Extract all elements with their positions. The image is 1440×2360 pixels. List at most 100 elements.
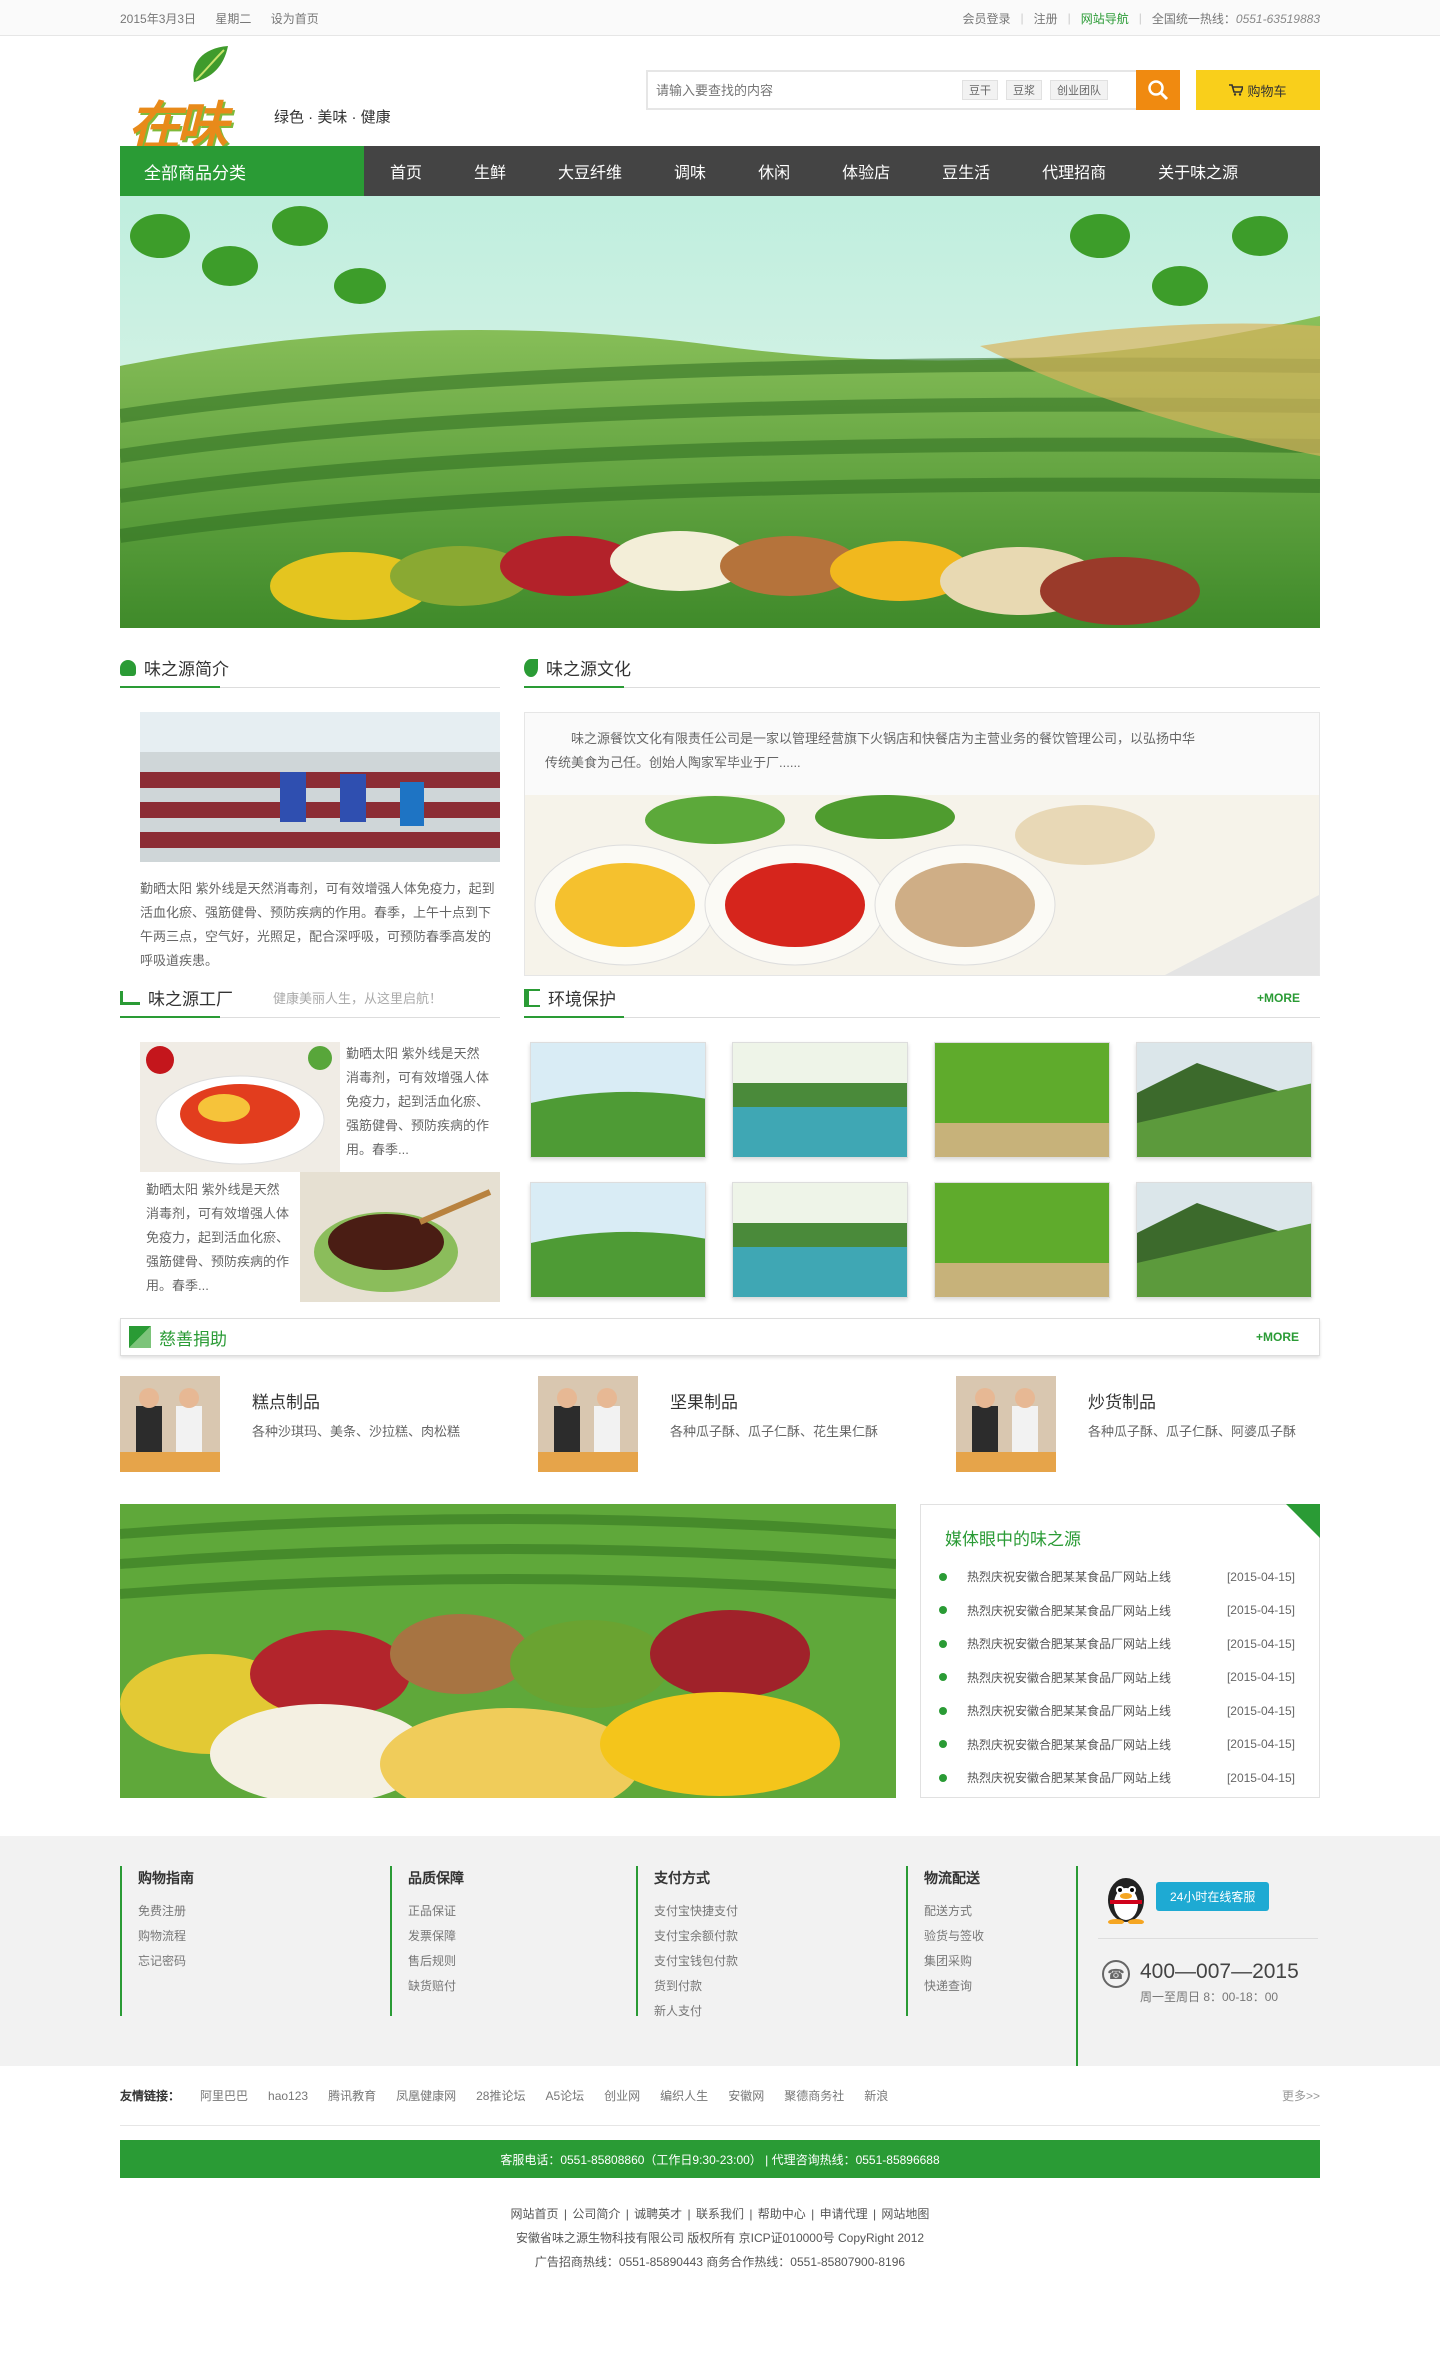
footer-link[interactable]: 支付宝余额付款 — [654, 1927, 906, 1952]
all-categories-button[interactable]: 全部商品分类 — [120, 146, 364, 196]
news-title: 热烈庆祝安徽合肥某某食品厂网站上线 — [967, 1704, 1172, 1719]
footer-link[interactable]: 发票保障 — [408, 1927, 636, 1952]
nav-item-bean-life[interactable]: 豆生活 — [916, 146, 1016, 196]
nav-item-soy-fiber[interactable]: 大豆纤维 — [532, 146, 648, 196]
footer-link[interactable]: 配送方式 — [924, 1902, 1076, 1927]
friend-link[interactable]: hao123 — [268, 2089, 308, 2103]
friend-link[interactable]: 28推论坛 — [476, 2087, 525, 2104]
list-icon — [524, 988, 540, 1007]
culture-image[interactable] — [525, 795, 1319, 975]
gallery-item[interactable] — [530, 1042, 706, 1158]
hills-image — [1137, 1043, 1311, 1157]
gallery-item[interactable] — [934, 1182, 1110, 1298]
nav-item-snacks[interactable]: 休闲 — [732, 146, 816, 196]
more-links-link[interactable]: 更多>> — [1282, 2087, 1320, 2104]
footer-col-payment: 支付方式 支付宝快捷支付 支付宝余额付款 支付宝钱包付款 货到付款 新人支付 — [636, 1866, 906, 2018]
news-item[interactable]: 热烈庆祝安徽合肥某某食品厂网站上线 [2015-04-15] — [939, 1560, 1295, 1594]
register-link[interactable]: 注册 — [1034, 10, 1058, 27]
env-more-link[interactable]: +MORE — [1257, 991, 1300, 1005]
gallery-item[interactable] — [732, 1042, 908, 1158]
factory-image-2[interactable] — [300, 1172, 500, 1302]
login-link[interactable]: 会员登录 — [962, 10, 1010, 27]
news-item[interactable]: 热烈庆祝安徽合肥某某食品厂网站上线 [2015-04-15] — [939, 1661, 1295, 1695]
bottom-link[interactable]: 申请代理 — [820, 2207, 868, 2221]
set-home-link[interactable]: 设为首页 — [271, 12, 319, 26]
news-item[interactable]: 热烈庆祝安徽合肥某某食品厂网站上线 [2015-04-15] — [939, 1694, 1295, 1728]
friend-link[interactable]: 凤凰健康网 — [396, 2087, 456, 2104]
footer-col-title: 支付方式 — [654, 1870, 710, 1886]
bullet-icon — [939, 1572, 947, 1581]
divider: | — [1067, 11, 1071, 25]
footer-link[interactable]: 忘记密码 — [138, 1952, 390, 1977]
culture-content: 味之源餐饮文化有限责任公司是一家以管理经营旗下火锅店和快餐店为主营业务的餐饮管理… — [524, 712, 1320, 976]
nav-item-experience-store[interactable]: 体验店 — [816, 146, 916, 196]
online-service-button[interactable]: 24小时在线客服 — [1156, 1882, 1270, 1911]
hotline-bar: 客服电话：0551-85808860（工作日9:30-23:00） | 代理咨询… — [0, 2140, 1440, 2178]
nav-item-franchise[interactable]: 代理招商 — [1016, 146, 1132, 196]
news-item[interactable]: 热烈庆祝安徽合肥某某食品厂网站上线 [2015-04-15] — [939, 1594, 1295, 1628]
hero-banner[interactable] — [0, 196, 1440, 628]
intro-image[interactable] — [140, 712, 500, 862]
footer-link[interactable]: 集团采购 — [924, 1952, 1076, 1977]
gallery-item[interactable] — [1136, 1042, 1312, 1158]
friend-link[interactable]: 阿里巴巴 — [200, 2087, 248, 2104]
cart-button[interactable]: 购物车 — [1196, 70, 1320, 110]
product-item[interactable]: 糕点制品 各种沙琪玛、美条、沙拉糕、肉松糕 — [120, 1376, 538, 1472]
bottom-link[interactable]: 诚聘英才 — [634, 2207, 682, 2221]
product-item[interactable]: 炒货制品 各种瓜子酥、瓜子仁酥、阿婆瓜子酥 — [956, 1376, 1320, 1472]
friend-link[interactable]: A5论坛 — [545, 2087, 584, 2104]
search-button[interactable] — [1136, 70, 1180, 110]
banner-image — [120, 196, 1320, 628]
bottom-link[interactable]: 公司简介 — [572, 2207, 620, 2221]
factory-text-1: 勤晒太阳 紫外线是天然消毒剂，可有效增强人体免疫力，起到活血化瘀、强筋健骨、预防… — [346, 1046, 490, 1157]
factory-image-1[interactable] — [140, 1042, 340, 1172]
logo[interactable]: 在味 绿色 · 美味 · 健康 — [128, 44, 408, 157]
footer-link[interactable]: 缺货赔付 — [408, 1977, 636, 2002]
hot-tags: 豆干 豆浆 创业团队 — [962, 80, 1108, 100]
friend-link[interactable]: 编织人生 — [660, 2087, 708, 2104]
friend-link[interactable]: 新浪 — [864, 2087, 888, 2104]
footer-link[interactable]: 售后规则 — [408, 1952, 636, 1977]
footer-link[interactable]: 货到付款 — [654, 1977, 906, 2002]
footer-link[interactable]: 支付宝钱包付款 — [654, 1952, 906, 1977]
hot-tag[interactable]: 豆浆 — [1006, 80, 1042, 100]
nav-item-home[interactable]: 首页 — [364, 146, 448, 196]
nav-item-seasoning[interactable]: 调味 — [648, 146, 732, 196]
hot-tag[interactable]: 创业团队 — [1050, 80, 1108, 100]
gallery-item[interactable] — [530, 1182, 706, 1298]
charity-more-link[interactable]: +MORE — [1256, 1330, 1299, 1344]
search-input[interactable] — [648, 72, 948, 108]
footer-link[interactable]: 免费注册 — [138, 1902, 390, 1927]
bottom-link[interactable]: 网站首页 — [511, 2207, 559, 2221]
friend-link[interactable]: 腾讯教育 — [328, 2087, 376, 2104]
footer-link[interactable]: 新人支付 — [654, 2002, 906, 2027]
intro-content: 勤晒太阳 紫外线是天然消毒剂，可有效增强人体免疫力，起到活血化瘀、强筋健骨、预防… — [120, 712, 500, 973]
nav-item-about[interactable]: 关于味之源 — [1132, 146, 1264, 196]
product-desc: 各种瓜子酥、瓜子仁酥、花生果仁酥 — [670, 1424, 879, 1439]
bottom-link[interactable]: 联系我们 — [696, 2207, 744, 2221]
gallery-item[interactable] — [732, 1182, 908, 1298]
nav-item-fresh[interactable]: 生鲜 — [448, 146, 532, 196]
hot-tag[interactable]: 豆干 — [962, 80, 998, 100]
grains-banner[interactable] — [120, 1504, 896, 1798]
footer-link[interactable]: 验货与签收 — [924, 1927, 1076, 1952]
friend-link[interactable]: 聚德商务社 — [784, 2087, 844, 2104]
bottom-link[interactable]: 网站地图 — [881, 2207, 929, 2221]
gallery-item[interactable] — [1136, 1182, 1312, 1298]
product-item[interactable]: 坚果制品 各种瓜子酥、瓜子仁酥、花生果仁酥 — [538, 1376, 956, 1472]
footer-link[interactable]: 支付宝快捷支付 — [654, 1902, 906, 1927]
news-item[interactable]: 热烈庆祝安徽合肥某某食品厂网站上线 [2015-04-15] — [939, 1761, 1295, 1795]
friend-link[interactable]: 安徽网 — [728, 2087, 764, 2104]
news-item[interactable]: 热烈庆祝安徽合肥某某食品厂网站上线 [2015-04-15] — [939, 1627, 1295, 1661]
news-date: [2015-04-15] — [1226, 1703, 1295, 1718]
bottom-link[interactable]: 帮助中心 — [758, 2207, 806, 2221]
footer-link[interactable]: 购物流程 — [138, 1927, 390, 1952]
product-image — [120, 1376, 220, 1472]
news-item[interactable]: 热烈庆祝安徽合肥某某食品厂网站上线 [2015-04-15] — [939, 1728, 1295, 1762]
factory-subtitle: 健康美丽人生，从这里启航！ — [273, 991, 443, 1006]
footer-link[interactable]: 快递查询 — [924, 1977, 1076, 2002]
friend-link[interactable]: 创业网 — [604, 2087, 640, 2104]
gallery-item[interactable] — [934, 1042, 1110, 1158]
footer-link[interactable]: 正品保证 — [408, 1902, 636, 1927]
site-nav-link[interactable]: 网站导航 — [1081, 10, 1129, 27]
